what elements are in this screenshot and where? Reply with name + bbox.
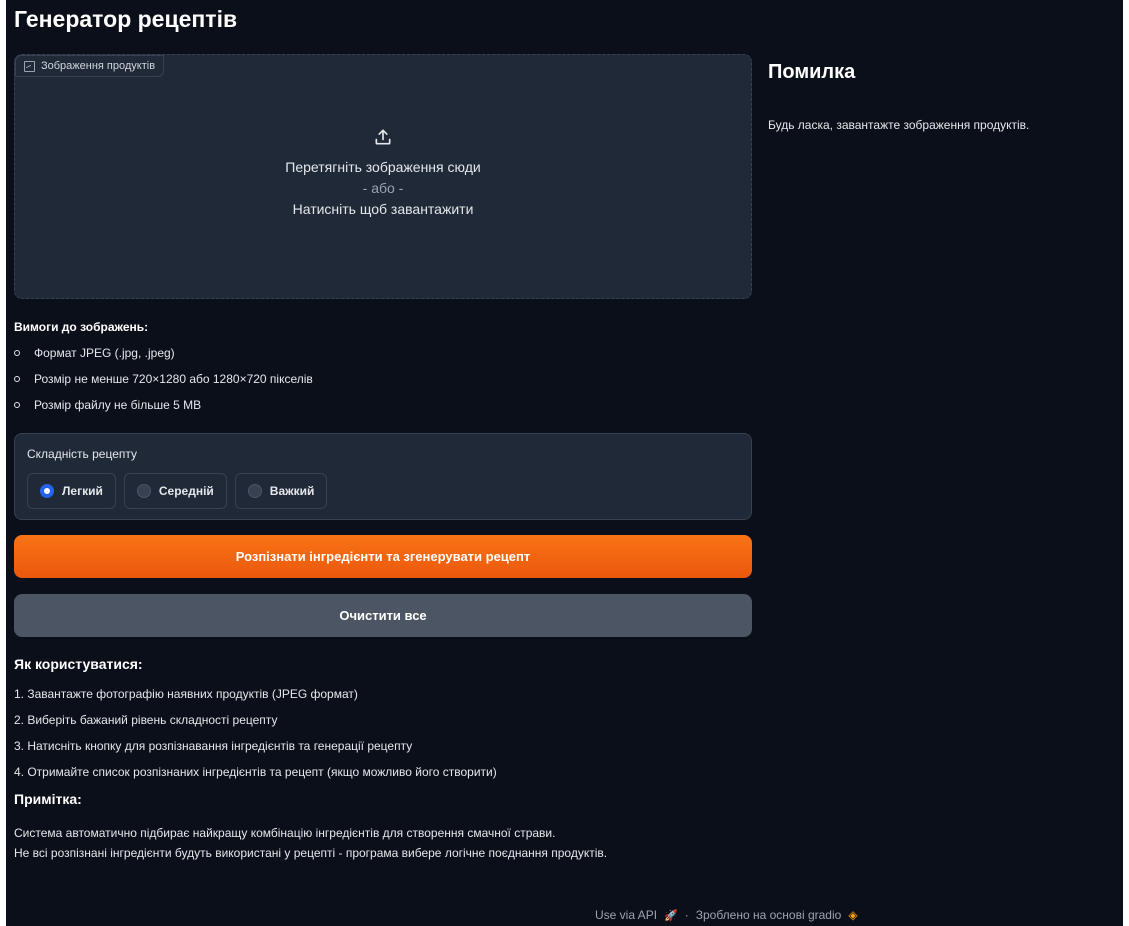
upload-drop-text: Перетягніть зображення сюди [285, 159, 481, 175]
window-edge-left [0, 0, 6, 926]
app-container: Генератор рецептів Зображення продуктів … [14, 0, 1117, 926]
radio-checked-icon[interactable] [40, 484, 54, 498]
note-title: Примітка: [14, 791, 82, 807]
radio-label: Важкий [269, 484, 315, 498]
radio-option-hard[interactable]: Важкий [234, 473, 328, 509]
requirement-item: Формат JPEG (.jpg, .jpeg) [14, 340, 752, 366]
radio-option-easy[interactable]: Легкий [27, 473, 116, 509]
upload-or-text: - або - [362, 180, 404, 196]
requirement-item: Розмір не менше 720×1280 або 1280×720 пі… [14, 366, 752, 392]
footer: Use via API 🚀 · Зроблено на основі gradi… [595, 908, 858, 922]
requirements-list: Формат JPEG (.jpg, .jpeg) Розмір не менш… [14, 340, 752, 418]
image-icon [24, 60, 35, 72]
generate-recipe-button[interactable]: Розпізнати інгредієнти та згенерувати ре… [14, 535, 752, 578]
input-column: Зображення продуктів Перетягніть зображе… [14, 54, 752, 863]
image-upload-dropzone[interactable]: Зображення продуктів Перетягніть зображе… [14, 54, 752, 299]
footer-separator: · [684, 908, 689, 922]
difficulty-label: Складність рецепту [27, 447, 137, 461]
page-title: Генератор рецептів [14, 6, 238, 32]
difficulty-selector: Складність рецепту Легкий Середній Важки… [14, 433, 752, 520]
howto-step: 2. Виберіть бажаний рівень складності ре… [14, 713, 278, 727]
built-with-gradio-link[interactable]: Зроблено на основі gradio [696, 908, 842, 922]
clear-all-button[interactable]: Очистити все [14, 594, 752, 637]
radio-unchecked-icon[interactable] [247, 484, 262, 498]
use-via-api-link[interactable]: Use via API [595, 908, 657, 922]
note-line: Не всі розпізнані інгредієнти будуть вик… [14, 846, 608, 860]
upload-label-text: Зображення продуктів [41, 60, 156, 72]
howto-step: 1. Завантажте фотографію наявних продукт… [14, 687, 358, 701]
output-message: Будь ласка, завантажте зображення продук… [768, 118, 1030, 132]
radio-option-medium[interactable]: Середній [123, 473, 227, 509]
upload-label: Зображення продуктів [15, 55, 165, 77]
howto-step: 4. Отримайте список розпізнаних інгредіє… [14, 765, 497, 779]
radio-label: Легкий [62, 484, 103, 498]
note-line: Система автоматично підбирає найкращу ко… [14, 826, 556, 840]
howto-title: Як користуватися: [14, 656, 143, 672]
output-title: Помилка [768, 61, 856, 83]
gradio-logo-icon: ◈ [848, 908, 858, 922]
howto-step: 3. Натисніть кнопку для розпізнавання ін… [14, 739, 413, 753]
note-text: Система автоматично підбирає найкращу ко… [14, 823, 752, 863]
output-column: Помилка Будь ласка, завантажте зображенн… [768, 54, 1108, 132]
rocket-icon: 🚀 [664, 909, 678, 922]
upload-prompt: Перетягніть зображення сюди - або - Нати… [15, 127, 751, 217]
window-edge-right [1123, 0, 1129, 926]
requirements-title: Вимоги до зображень: [14, 320, 149, 334]
radio-label: Середній [158, 484, 214, 498]
radio-unchecked-icon[interactable] [136, 484, 151, 498]
difficulty-radio-group: Легкий Середній Важкий [27, 473, 328, 509]
upload-icon [375, 129, 391, 145]
requirement-item: Розмір файлу не більше 5 MB [14, 392, 752, 418]
upload-click-text: Натисніть щоб завантажити [292, 201, 474, 217]
howto-steps: 1. Завантажте фотографію наявних продукт… [14, 681, 752, 785]
